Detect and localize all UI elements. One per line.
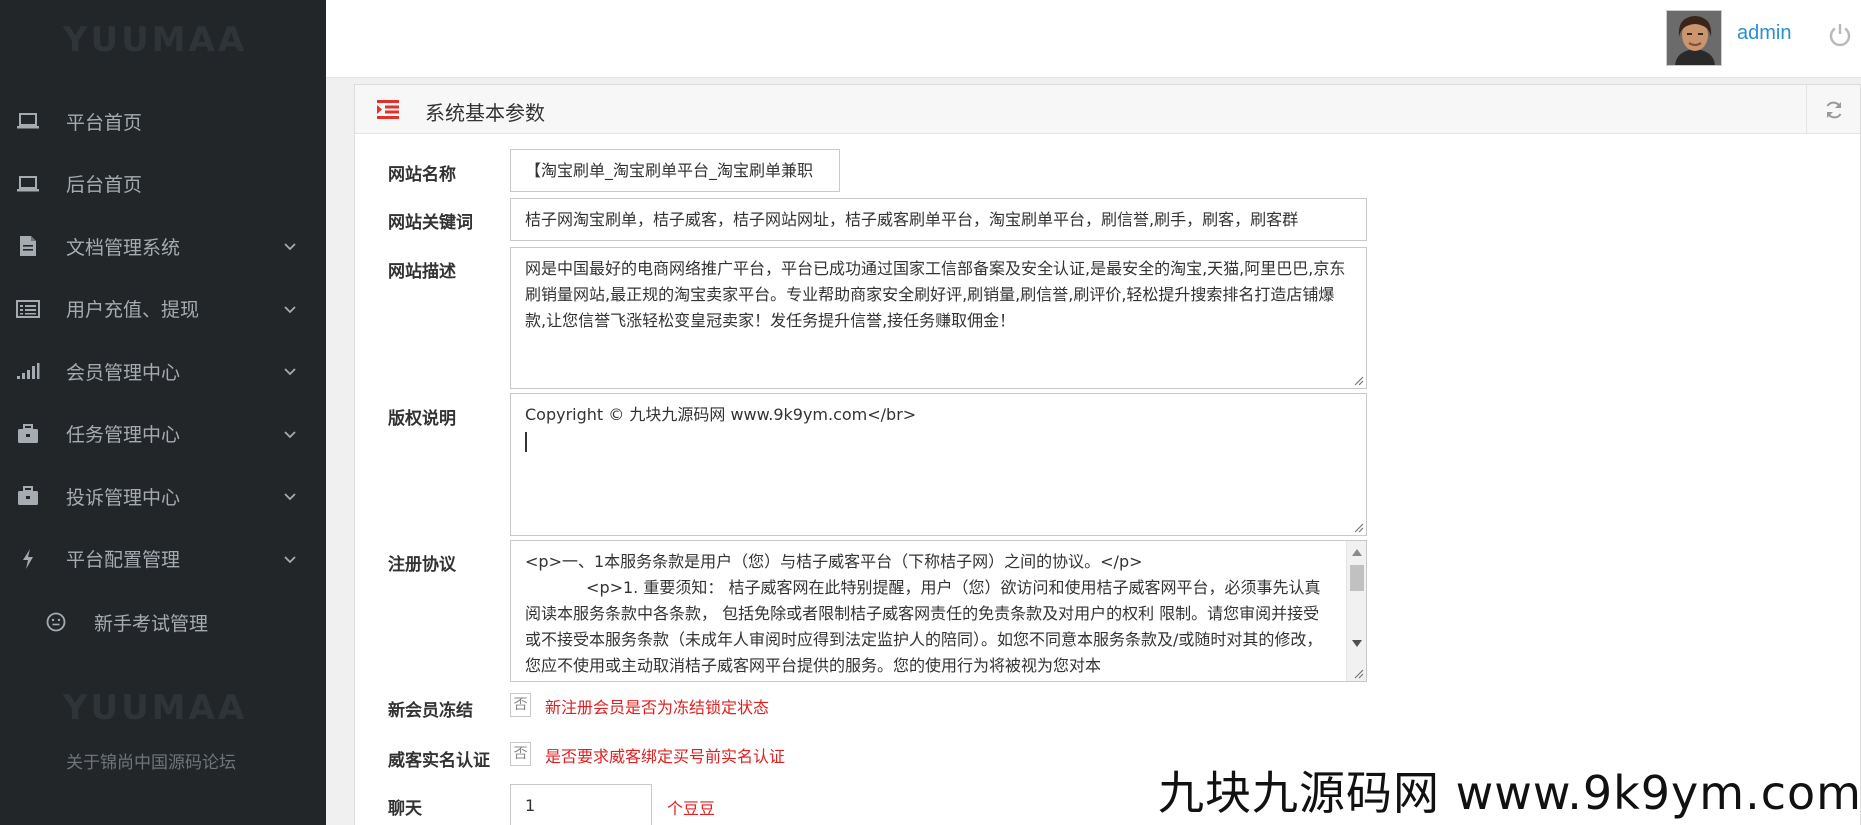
freeze-hint: 新注册会员是否为冻结锁定状态 <box>545 698 770 717</box>
sidebar: YUUMAA 平台首页 后台首页 文档管理系统 用户充值、提现 会员管理中心 任… <box>0 0 326 825</box>
chevron-down-icon <box>284 493 296 501</box>
watermark-text: 九块九源码网 www.9k9ym.com <box>1158 766 1861 820</box>
description-textarea[interactable]: 网是中国最好的电商网络推广平台，平台已成功通过国家工信部备案及安全认证,是最安全… <box>510 247 1367 389</box>
sidebar-subitem-newbie-exam[interactable]: 新手考试管理 <box>0 590 326 654</box>
list-icon <box>14 298 42 320</box>
sidebar-item-label: 后台首页 <box>66 174 143 197</box>
text-caret <box>525 432 527 452</box>
scrollbar-thumb[interactable] <box>1350 565 1364 591</box>
indent-icon <box>377 100 399 119</box>
sidebar-item-label: 投诉管理中心 <box>66 486 181 509</box>
sidebar-footer-link[interactable]: 关于锦尚中国源码论坛 <box>66 748 236 773</box>
agreement-text-line: <p>1. 重要须知： 桔子威客网在此特别提醒，用户（您）欲访问和使用桔子威客网… <box>525 578 1323 675</box>
scrollbar[interactable] <box>1346 541 1366 681</box>
sidebar-logo: YUUMAA <box>62 20 248 60</box>
sidebar-item-label: 会员管理中心 <box>66 361 181 384</box>
sidebar-item-label: 平台配置管理 <box>66 549 181 572</box>
sidebar-item-tasks[interactable]: 任务管理中心 <box>0 403 326 466</box>
power-icon[interactable] <box>1827 22 1853 48</box>
site-name-input[interactable]: 【淘宝刷单_淘宝刷单平台_淘宝刷单兼职 <box>510 149 840 192</box>
refresh-button[interactable] <box>1806 85 1860 134</box>
chat-label: 聊天 <box>388 799 422 819</box>
sidebar-item-label: 用户充值、提现 <box>66 299 200 322</box>
sidebar-item-complaints[interactable]: 投诉管理中心 <box>0 465 326 528</box>
resize-grip-icon[interactable] <box>1352 521 1364 533</box>
realname-toggle[interactable]: 否 <box>510 742 531 766</box>
freeze-toggle[interactable]: 否 <box>510 693 531 717</box>
agreement-text-line: <p>一、1本服务条款是用户（您）与桔子威客平台（下称桔子网）之间的协议。</p… <box>525 552 1143 571</box>
document-icon <box>14 235 42 257</box>
top-header <box>326 0 1861 78</box>
sidebar-item-platform-config[interactable]: 平台配置管理 <box>0 528 326 591</box>
realname-hint: 是否要求威客绑定买号前实名认证 <box>545 747 786 766</box>
scroll-up-icon[interactable] <box>1352 549 1362 556</box>
sidebar-item-label: 任务管理中心 <box>66 424 181 447</box>
copyright-label: 版权说明 <box>388 409 456 429</box>
panel-header: 系统基本参数 <box>355 85 1860 134</box>
bolt-icon <box>14 548 42 570</box>
chat-input[interactable]: 1 <box>510 784 652 825</box>
laptop-icon <box>14 110 42 132</box>
agreement-label: 注册协议 <box>388 555 456 575</box>
resize-grip-icon[interactable] <box>1352 667 1364 679</box>
panel-title: 系统基本参数 <box>425 101 545 125</box>
sidebar-item-label: 文档管理系统 <box>66 236 181 259</box>
briefcase-icon <box>14 423 42 445</box>
sidebar-subitem-label: 新手考试管理 <box>94 612 209 635</box>
chevron-down-icon <box>284 243 296 251</box>
sidebar-footer-logo: YUUMAA <box>62 688 248 728</box>
copyright-textarea[interactable]: Copyright © 九块九源码网 www.9k9ym.com</br> <box>510 393 1367 536</box>
freeze-label: 新会员冻结 <box>388 701 473 721</box>
refresh-icon <box>1826 101 1841 118</box>
description-text: 网是中国最好的电商网络推广平台，平台已成功通过国家工信部备案及安全认证,是最安全… <box>525 259 1346 330</box>
agreement-textarea[interactable]: <p>一、1本服务条款是用户（您）与桔子威客平台（下称桔子网）之间的协议。</p… <box>510 540 1367 682</box>
chat-unit: 个豆豆 <box>667 799 716 818</box>
sidebar-nav: 平台首页 后台首页 文档管理系统 用户充值、提现 会员管理中心 任务管理中心 投… <box>0 90 326 654</box>
sidebar-item-documents[interactable]: 文档管理系统 <box>0 215 326 278</box>
briefcase-icon <box>14 485 42 507</box>
sidebar-item-platform-home[interactable]: 平台首页 <box>0 90 326 153</box>
signal-icon <box>14 360 42 382</box>
copyright-text: Copyright © 九块九源码网 www.9k9ym.com</br> <box>525 405 917 424</box>
smile-icon <box>44 612 68 632</box>
laptop-icon <box>14 173 42 195</box>
keywords-input[interactable]: 桔子网淘宝刷单，桔子威客，桔子网站网址，桔子威客刷单平台，淘宝刷单平台，刷信誉,… <box>510 198 1367 241</box>
sidebar-item-recharge[interactable]: 用户充值、提现 <box>0 278 326 341</box>
avatar[interactable] <box>1666 10 1722 66</box>
chevron-down-icon <box>284 306 296 314</box>
description-label: 网站描述 <box>388 262 456 282</box>
chevron-down-icon <box>284 368 296 376</box>
chevron-down-icon <box>284 431 296 439</box>
scroll-down-icon[interactable] <box>1352 640 1362 647</box>
site-name-label: 网站名称 <box>388 165 456 185</box>
keywords-label: 网站关键词 <box>388 213 473 233</box>
username-label[interactable]: admin <box>1737 22 1791 45</box>
realname-label: 威客实名认证 <box>388 751 490 771</box>
resize-grip-icon[interactable] <box>1352 374 1364 386</box>
chevron-down-icon <box>284 556 296 564</box>
sidebar-item-label: 平台首页 <box>66 111 143 134</box>
sidebar-item-members[interactable]: 会员管理中心 <box>0 340 326 403</box>
sidebar-item-admin-home[interactable]: 后台首页 <box>0 153 326 216</box>
